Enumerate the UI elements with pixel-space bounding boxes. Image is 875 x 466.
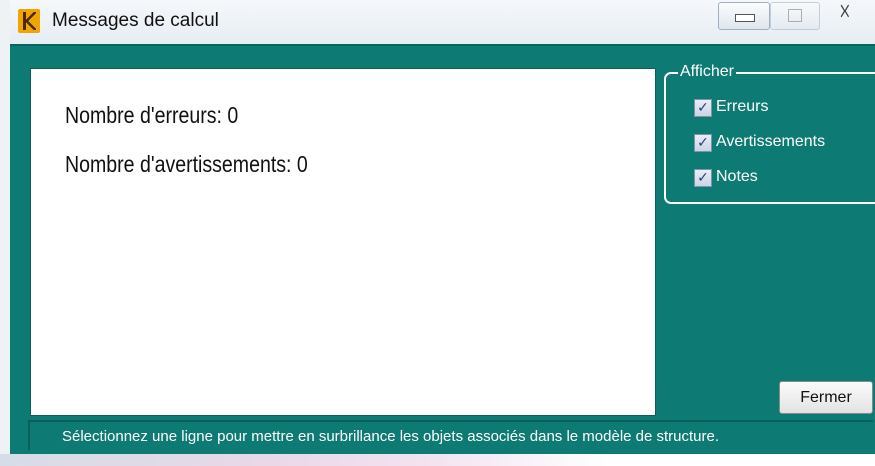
errors-checkbox[interactable]: ✓ [694,99,712,117]
display-filter-group: Afficher ✓ Erreurs ✓ Avertissements ✓ No… [664,63,875,204]
maximize-icon [788,9,802,22]
desktop-background-strip [0,454,875,466]
close-window-button[interactable]: ☓ [820,0,875,30]
close-button[interactable]: Fermer [779,381,873,414]
notes-checkbox-label[interactable]: Notes [716,168,758,186]
close-icon: ☓ [839,0,851,25]
filter-group-legend: Afficher [678,63,736,81]
error-count-line[interactable]: Nombre d'erreurs: 0 [65,102,238,129]
minimize-icon [735,14,755,22]
notes-checkbox[interactable]: ✓ [694,169,712,187]
message-list[interactable]: Nombre d'erreurs: 0 Nombre d'avertisseme… [30,68,656,416]
warning-count-line[interactable]: Nombre d'avertissements: 0 [65,151,308,178]
app-logo-icon [18,9,40,33]
warnings-checkbox-label[interactable]: Avertissements [716,133,825,151]
status-bar: Sélectionnez une ligne pour mettre en su… [28,420,873,450]
errors-checkbox-label[interactable]: Erreurs [716,98,768,116]
maximize-button [770,2,820,30]
dialog-body: Nombre d'erreurs: 0 Nombre d'avertisseme… [10,44,875,456]
calculation-messages-window: Messages de calcul ☓ Nombre d'erreurs: 0… [0,0,875,466]
title-bar[interactable]: Messages de calcul ☓ [10,0,875,44]
window-title: Messages de calcul [52,10,219,31]
minimize-button[interactable] [718,2,770,30]
warnings-checkbox[interactable]: ✓ [694,134,712,152]
